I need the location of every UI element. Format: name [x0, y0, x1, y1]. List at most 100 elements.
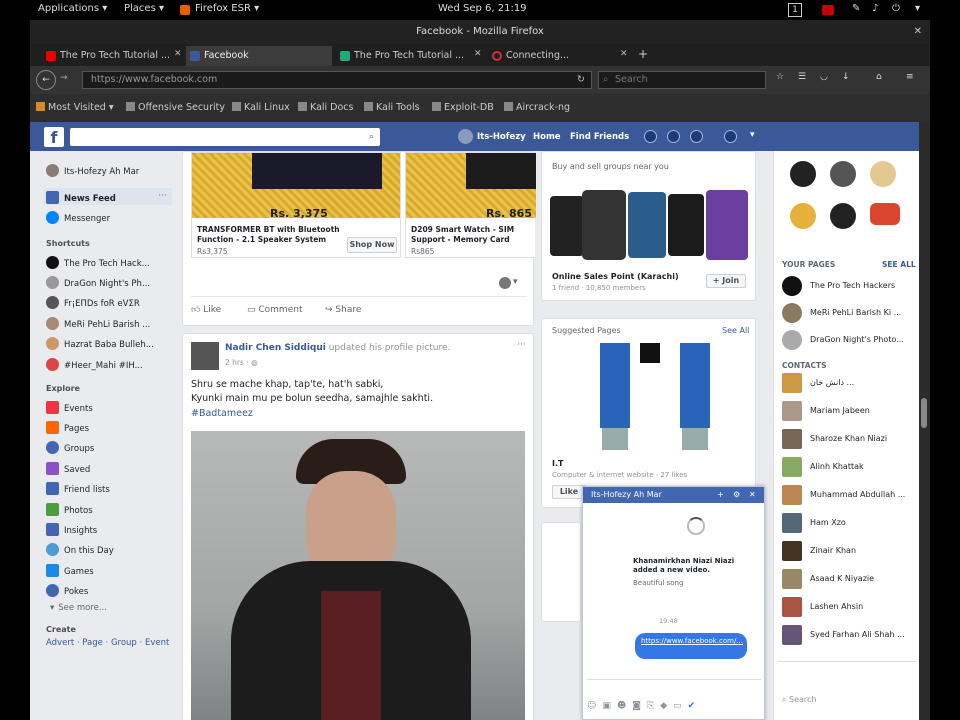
contact-item[interactable]: Mariam Jabeen [782, 401, 914, 421]
contact-item[interactable]: Alinh Khattak [782, 457, 914, 477]
facebook-logo[interactable]: f [44, 127, 64, 147]
contact-item[interactable]: Muhammad Abdullah ... [782, 485, 914, 505]
contact-item[interactable]: Asaad K Niyazie [782, 569, 914, 589]
attach-icon[interactable]: ⎘ [647, 701, 660, 711]
create-event-link[interactable]: Event [145, 638, 169, 648]
add-icon[interactable]: + [717, 487, 724, 503]
contacts-search-input[interactable]: ⌕ Search [782, 695, 912, 711]
chat-message-link[interactable]: https://www.facebook.com/... [635, 633, 747, 659]
sidebar-item-groups[interactable]: Groups [46, 441, 94, 454]
suggested-page-image[interactable] [550, 343, 750, 455]
contact-item[interactable]: دانش خان ... [782, 373, 914, 393]
group-name[interactable]: Online Sales Point (Karachi) [552, 272, 679, 281]
post-hashtag[interactable]: #Badtameez [191, 408, 253, 419]
more-icon[interactable]: ··· [158, 191, 167, 201]
bookmark-kali-tools[interactable]: Kali Tools [364, 102, 420, 113]
close-window-icon[interactable]: ✕ [914, 26, 922, 37]
bookmark-offensive-security[interactable]: Offensive Security [126, 102, 225, 113]
game-icon[interactable] [870, 203, 900, 225]
sidebar-item-pages[interactable]: Pages [46, 421, 89, 434]
page-item[interactable]: MeRi PehLi Barish Ki ... [782, 303, 914, 323]
camera-icon[interactable]: ◙ [632, 701, 647, 711]
forward-icon[interactable]: → [60, 73, 68, 83]
bookmark-kali-docs[interactable]: Kali Docs [298, 102, 353, 113]
search-icon[interactable]: ⌕ [369, 128, 374, 146]
shortcut-item[interactable]: Hazrat Baba Bulleh... [46, 337, 154, 350]
chevron-down-icon[interactable]: ▾ [750, 130, 755, 140]
sticker-icon[interactable]: ☺ [587, 701, 602, 711]
sidebar-item-events[interactable]: Events [46, 401, 93, 414]
chat-header[interactable]: Its-Hofezy Ah Mar + ⚙ ✕ [583, 487, 764, 503]
sidebar-item-messenger[interactable]: Messenger [46, 211, 110, 224]
record-icon[interactable] [822, 5, 834, 15]
menu-icon[interactable]: ≡ [906, 72, 914, 82]
friend-requests-icon[interactable] [644, 130, 657, 143]
workspace-indicator[interactable]: 1 [788, 3, 802, 17]
chevron-down-icon[interactable]: ▾ [513, 277, 518, 287]
facebook-search-input[interactable]: ⌕ [70, 128, 380, 146]
create-page-link[interactable]: Page [82, 638, 103, 648]
game-icon[interactable] [790, 203, 816, 229]
bookmark-exploit-db[interactable]: Exploit-DB [432, 102, 494, 113]
more-icon[interactable]: ··· [517, 340, 526, 350]
see-all-link[interactable]: See All [722, 326, 749, 335]
avatar[interactable] [499, 277, 511, 289]
page-scrollbar[interactable] [919, 122, 930, 720]
tab-pro-tech-1[interactable]: The Pro Tech Tutorial ... [42, 46, 182, 66]
like-button[interactable]: 👍︎ Like [191, 305, 221, 315]
sidebar-item-news-feed[interactable]: News Feed [46, 191, 116, 204]
shortcut-item[interactable]: Fr¡EΠDs foR eVΣR [46, 296, 140, 309]
reload-icon[interactable]: ↻ [577, 72, 585, 88]
game-icon[interactable] [830, 203, 856, 229]
scrollbar-thumb[interactable] [921, 398, 927, 428]
create-advert-link[interactable]: Advert [46, 638, 74, 648]
chat-input[interactable] [587, 679, 761, 697]
places-menu[interactable]: Places ▾ [124, 3, 164, 14]
bookmark-kali-linux[interactable]: Kali Linux [232, 102, 290, 113]
share-button[interactable]: ↪ Share [325, 305, 361, 315]
contact-item[interactable]: Ham Xzo [782, 513, 914, 533]
download-icon[interactable]: ↓ [842, 72, 850, 82]
url-bar[interactable]: https://www.facebook.com ↻ [82, 71, 592, 89]
sidebar-item-friend-lists[interactable]: Friend lists [46, 482, 110, 495]
sidebar-item-games[interactable]: Games [46, 564, 94, 577]
game-icon[interactable] [830, 161, 856, 187]
ad-product-2[interactable]: Rs. 865 D209 Smart Watch - SIM Support -… [405, 152, 536, 258]
create-group-link[interactable]: Group [111, 638, 137, 648]
back-icon[interactable]: ← [36, 70, 56, 90]
profile-photo[interactable] [191, 431, 525, 720]
shortcut-item[interactable]: The Pro Tech Hack... [46, 256, 150, 269]
clock[interactable]: Wed Sep 6, 21:19 [438, 3, 527, 14]
sidebar-item-pokes[interactable]: Pokes [46, 584, 88, 597]
post-author[interactable]: Nadir Chen Siddiqui [225, 343, 326, 353]
page-item[interactable]: The Pro Tech Hackers [782, 276, 914, 296]
product-title[interactable]: D209 Smart Watch - SIM Support - Memory … [411, 225, 535, 245]
comment-button[interactable]: ▭ Comment [247, 305, 302, 315]
sidebar-item-photos[interactable]: Photos [46, 503, 93, 516]
search-input[interactable]: ⌕ Search [598, 71, 766, 89]
avatar[interactable] [191, 342, 219, 370]
left-nav-user[interactable]: Its-Hofezy Ah Mar [46, 164, 139, 177]
pen-icon[interactable]: ✎ [852, 3, 860, 14]
home-link[interactable]: Home [533, 132, 561, 142]
product-title[interactable]: TRANSFORMER BT with Bluetooth Function -… [197, 225, 347, 245]
game-icon[interactable] [870, 161, 896, 187]
close-tab-icon[interactable]: ✕ [474, 49, 482, 59]
bookmark-most-visited[interactable]: Most Visited ▾ [36, 102, 114, 113]
tab-pro-tech-2[interactable]: The Pro Tech Tutorial ... [336, 46, 476, 66]
thumbs-up-icon[interactable]: ✔ [688, 701, 702, 711]
suggested-page-name[interactable]: I.T [552, 459, 563, 468]
emoji-icon[interactable]: ☻ [617, 701, 632, 711]
sidebar-item-on-this-day[interactable]: On this Day [46, 543, 114, 556]
volume-icon[interactable]: ♪ [872, 3, 878, 14]
sidebar-item-saved[interactable]: Saved [46, 462, 90, 475]
shop-now-button[interactable]: Shop Now [347, 237, 397, 253]
home-icon[interactable]: ⌂ [876, 72, 882, 82]
find-friends-link[interactable]: Find Friends [570, 132, 629, 142]
avatar[interactable] [458, 129, 473, 144]
messages-icon[interactable] [667, 130, 680, 143]
shortcut-item[interactable]: DraGon Night's Ph... [46, 276, 150, 289]
gif-icon[interactable]: ▣ [602, 701, 617, 711]
contact-item[interactable]: Zinair Khan [782, 541, 914, 561]
join-group-button[interactable]: + Join [706, 274, 746, 288]
